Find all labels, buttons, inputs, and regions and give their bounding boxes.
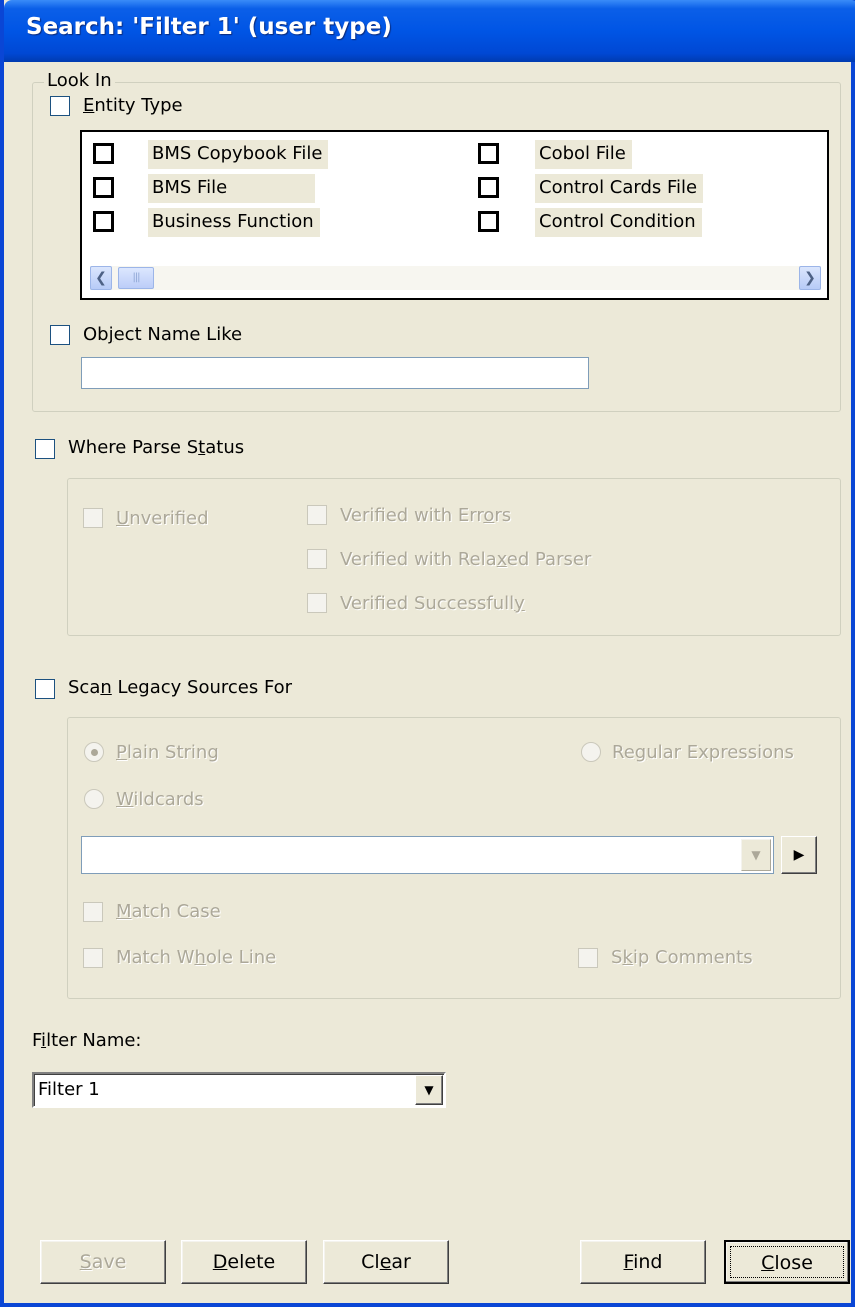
window-title: Search: 'Filter 1' (user type) (26, 14, 392, 40)
entity-label[interactable]: Control Cards File (535, 174, 704, 203)
object-name-like-checkbox[interactable] (50, 325, 70, 345)
verified-successfully-checkbox[interactable] (307, 593, 327, 613)
scan-legacy-sources-checkbox[interactable] (35, 679, 55, 699)
chevron-down-icon[interactable]: ▼ (415, 1075, 443, 1105)
verified-relaxed-parser-label[interactable]: Verified with Relaxed Parser (340, 549, 591, 570)
wildcards-radio[interactable] (84, 789, 104, 809)
entity-label[interactable]: Control Condition (535, 208, 702, 237)
clear-button[interactable]: Clear (323, 1240, 449, 1284)
filter-name-value: Filter 1 (38, 1079, 100, 1100)
entity-checkbox[interactable] (93, 143, 114, 164)
verified-successfully-label[interactable]: Verified Successfully (340, 593, 525, 614)
match-case-checkbox[interactable] (83, 902, 103, 922)
title-bar[interactable]: Search: 'Filter 1' (user type) (4, 0, 855, 62)
verified-with-errors-checkbox[interactable] (307, 505, 327, 525)
plain-string-label[interactable]: Plain String (116, 742, 219, 763)
entity-label[interactable]: Business Function (148, 208, 320, 237)
plain-string-radio[interactable] (84, 742, 104, 762)
entity-label[interactable]: Cobol File (535, 140, 632, 169)
entity-type-checkbox[interactable] (50, 96, 70, 116)
close-button[interactable]: Close (724, 1240, 850, 1284)
entity-checkbox[interactable] (93, 177, 114, 198)
unverified-checkbox[interactable] (83, 508, 103, 528)
regular-expressions-label[interactable]: Regular Expressions (612, 742, 794, 763)
entity-type-label[interactable]: Entity Type (83, 95, 183, 116)
skip-comments-checkbox[interactable] (578, 948, 598, 968)
search-dialog: Search: 'Filter 1' (user type) Look In E… (0, 0, 855, 1307)
match-whole-line-checkbox[interactable] (83, 948, 103, 968)
where-parse-status-label[interactable]: Where Parse Status (68, 437, 244, 458)
wildcards-label[interactable]: Wildcards (116, 789, 204, 810)
entity-type-list[interactable]: BMS Copybook File BMS File Business Func… (80, 130, 829, 300)
entity-label[interactable]: BMS Copybook File (148, 140, 329, 169)
find-button[interactable]: Find (580, 1240, 706, 1284)
scan-legacy-sources-label[interactable]: Scan Legacy Sources For (68, 677, 292, 698)
filter-name-label: Filter Name: (32, 1030, 142, 1051)
filter-name-select[interactable]: Filter 1 ▼ (32, 1072, 446, 1108)
scroll-right-icon[interactable]: ❯ (799, 266, 821, 290)
match-whole-line-label[interactable]: Match Whole Line (116, 947, 276, 968)
where-parse-status-checkbox[interactable] (35, 439, 55, 459)
scroll-left-icon[interactable]: ❮ (90, 266, 112, 290)
object-name-like-label[interactable]: Object Name Like (83, 324, 242, 345)
scroll-thumb[interactable]: ||| (118, 267, 154, 289)
scan-pattern-combobox[interactable]: ▼ (81, 836, 774, 874)
object-name-input[interactable] (81, 357, 589, 389)
match-case-label[interactable]: Match Case (116, 901, 221, 922)
pattern-helper-arrow-icon[interactable]: ▶ (781, 836, 817, 874)
delete-button[interactable]: Delete (181, 1240, 307, 1284)
entity-checkbox[interactable] (93, 211, 114, 232)
look-in-legend: Look In (44, 70, 115, 91)
entity-label[interactable]: BMS File (148, 174, 316, 203)
save-button[interactable]: Save (40, 1240, 166, 1284)
entity-checkbox[interactable] (478, 177, 499, 198)
verified-relaxed-parser-checkbox[interactable] (307, 549, 327, 569)
entity-checkbox[interactable] (478, 211, 499, 232)
entity-checkbox[interactable] (478, 143, 499, 164)
horizontal-scrollbar[interactable]: ❮ ||| ❯ (90, 266, 821, 290)
regular-expressions-radio[interactable] (581, 742, 601, 762)
focus-rectangle (730, 1246, 844, 1278)
radio-selected-dot (91, 749, 98, 756)
verified-with-errors-label[interactable]: Verified with Errors (340, 505, 511, 526)
skip-comments-label[interactable]: Skip Comments (611, 947, 753, 968)
unverified-label[interactable]: Unverified (116, 508, 209, 529)
chevron-down-icon[interactable]: ▼ (741, 839, 771, 871)
